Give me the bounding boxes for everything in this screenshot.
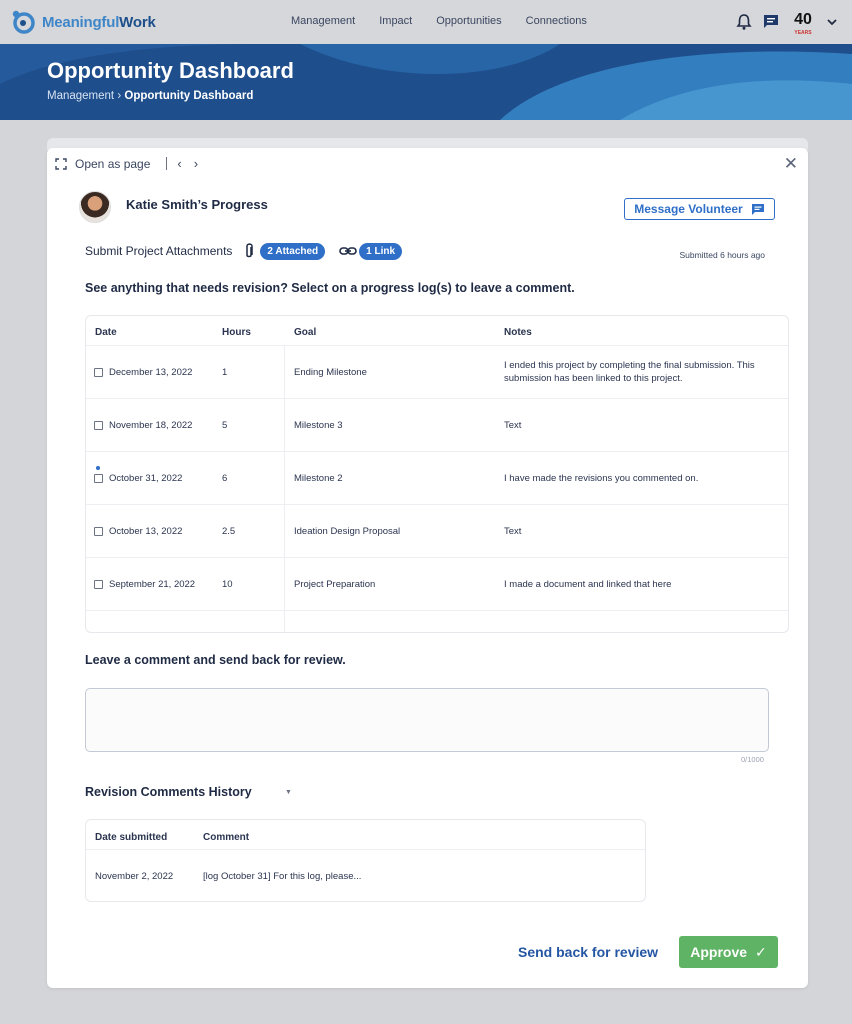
nav-link-impact[interactable]: Impact [379, 15, 412, 27]
column-header-goal: Goal [294, 327, 317, 338]
row-checkbox[interactable] [94, 368, 103, 377]
row-notes-line1: Text [504, 526, 522, 537]
row-goal: Ending Milestone [294, 367, 367, 378]
link-icon [339, 247, 357, 255]
column-header-date-submitted: Date submitted [95, 832, 168, 843]
revision-history-table: Date submitted Comment November 2, 2022 … [85, 819, 646, 902]
message-volunteer-label: Message Volunteer [634, 202, 743, 216]
send-back-for-review-button[interactable]: Send back for review [518, 944, 658, 960]
row-checkbox[interactable] [94, 474, 103, 483]
close-icon[interactable]: ✕ [784, 154, 798, 174]
row-date: October 13, 2022 [109, 526, 183, 537]
approve-label: Approve [690, 944, 748, 960]
caret-down-icon[interactable]: ▼ [285, 789, 292, 796]
toolbar-divider [166, 157, 168, 170]
unread-indicator-dot [96, 466, 100, 470]
table-row[interactable]: December 13, 2022 1 Ending Milestone I e… [86, 346, 788, 399]
nav-link-opportunities[interactable]: Opportunities [436, 15, 501, 27]
revision-instructions: See anything that needs revision? Select… [85, 281, 575, 295]
attachments-row: Submit Project Attachments 2 Attached 1 … [85, 242, 403, 260]
row-hours: 6 [222, 473, 228, 484]
meaningfulwork-logo-icon [12, 10, 35, 34]
page-title: Opportunity Dashboard [47, 58, 294, 83]
row-notes-line1: I ended this project by completing the f… [504, 360, 755, 371]
table-row[interactable]: November 18, 2022 5 Milestone 3 Text [86, 399, 788, 452]
row-notes-line2: submission has been linked to this proje… [504, 373, 683, 384]
progress-log-header: Date Hours Goal Notes [86, 316, 788, 346]
character-counter: 0/1000 [741, 755, 764, 764]
table-row[interactable]: October 13, 2022 2.5 Ideation Design Pro… [86, 505, 788, 558]
attachments-label: Submit Project Attachments [85, 244, 233, 258]
top-navigation-bar: MeaningfulWork Management Impact Opportu… [0, 0, 852, 44]
chevron-down-icon[interactable] [826, 17, 838, 27]
chat-icon [751, 203, 764, 215]
next-chevron-icon[interactable]: › [194, 156, 198, 171]
table-row[interactable]: November 2, 2022 [log October 31] For th… [86, 850, 645, 902]
row-checkbox[interactable] [94, 421, 103, 430]
nav-actions: 40 YEARS [736, 10, 838, 36]
breadcrumb-separator: › [117, 90, 122, 102]
links-pill[interactable]: 1 Link [359, 242, 403, 260]
column-header-date: Date [95, 327, 117, 338]
main-nav: Management Impact Opportunities Connecti… [291, 15, 587, 27]
revision-history-title[interactable]: Revision Comments History [85, 785, 252, 799]
comment-label: Leave a comment and send back for review… [85, 653, 346, 667]
approve-button[interactable]: Approve ✓ [679, 936, 778, 968]
row-hours: 10 [222, 579, 233, 590]
nav-link-connections[interactable]: Connections [526, 15, 587, 27]
previous-chevron-icon[interactable]: ‹ [177, 156, 181, 171]
table-row[interactable]: October 31, 2022 6 Milestone 2 I have ma… [86, 452, 788, 505]
history-comment: [log October 31] For this log, please... [203, 871, 362, 882]
row-date: December 13, 2022 [109, 367, 193, 378]
comment-textarea[interactable] [85, 688, 769, 752]
attached-files-pill[interactable]: 2 Attached [260, 242, 326, 260]
row-notes-line1: I have made the revisions you commented … [504, 473, 699, 484]
avatar [79, 191, 111, 223]
row-goal: Ideation Design Proposal [294, 526, 401, 537]
checkmark-icon: ✓ [755, 943, 767, 960]
column-header-notes: Notes [504, 327, 532, 338]
expand-icon [55, 157, 67, 170]
breadcrumb-current: Opportunity Dashboard [124, 90, 254, 102]
messages-icon[interactable] [762, 13, 780, 31]
breadcrumb: Management › Opportunity Dashboard [47, 90, 253, 102]
column-header-comment: Comment [203, 832, 250, 843]
row-checkbox[interactable] [94, 527, 103, 536]
volunteer-progress-title: Katie Smith’s Progress [126, 197, 268, 212]
column-header-hours: Hours [222, 327, 251, 338]
row-hours: 5 [222, 420, 228, 431]
message-volunteer-button[interactable]: Message Volunteer [624, 198, 775, 220]
anniversary-badge-logo[interactable]: 40 YEARS [790, 10, 816, 36]
open-as-page-label: Open as page [75, 156, 151, 171]
row-goal: Project Preparation [294, 579, 376, 590]
row-hours: 1 [222, 367, 228, 378]
row-notes-line1: I made a document and linked that here [504, 579, 672, 590]
page-hero-banner: Opportunity Dashboard Management › Oppor… [0, 44, 852, 120]
progress-review-panel: Open as page ‹ › ✕ Katie Smith’s Progres… [47, 148, 808, 988]
row-date: September 21, 2022 [109, 579, 196, 590]
row-hours: 2.5 [222, 526, 236, 537]
brand-name: MeaningfulWork [42, 13, 156, 31]
nav-link-management[interactable]: Management [291, 15, 355, 27]
table-row[interactable]: September 21, 2022 10 Project Preparatio… [86, 558, 788, 611]
row-goal: Milestone 3 [294, 420, 343, 431]
row-checkbox[interactable] [94, 580, 103, 589]
open-as-page-button[interactable]: Open as page [55, 157, 150, 171]
brand-logo-link[interactable]: MeaningfulWork [10, 8, 156, 36]
breadcrumb-management[interactable]: Management [47, 90, 114, 102]
history-date: November 2, 2022 [95, 871, 174, 882]
row-date: November 18, 2022 [109, 420, 193, 431]
revision-history-header: Date submitted Comment [86, 820, 645, 850]
panel-toolbar: Open as page ‹ › [55, 156, 210, 171]
row-goal: Milestone 2 [294, 473, 343, 484]
paperclip-icon [246, 243, 254, 258]
notification-bell-icon[interactable] [736, 13, 752, 31]
progress-log-table: Date Hours Goal Notes December 13, 2022 … [85, 315, 789, 633]
row-notes-line1: Text [504, 420, 522, 431]
row-date: October 31, 2022 [109, 473, 183, 484]
submitted-timestamp: Submitted 6 hours ago [679, 250, 765, 260]
